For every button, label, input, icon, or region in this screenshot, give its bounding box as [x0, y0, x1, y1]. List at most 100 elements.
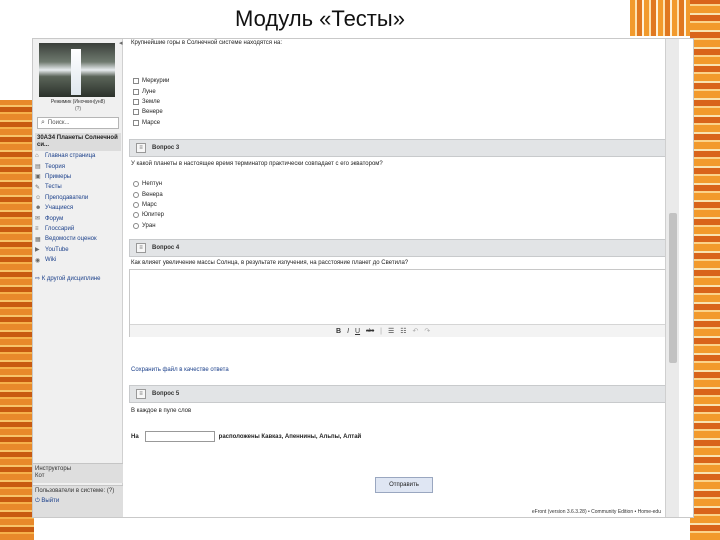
sidebar-item-label: YouTube	[45, 246, 69, 253]
question-5-fill-blank: На расположены Кавказ, Апеннины, Альпы, …	[131, 431, 361, 442]
checkbox-option[interactable]: Венере	[133, 107, 169, 117]
book-icon: ▤	[35, 164, 41, 171]
radio-option[interactable]: Нептун	[133, 179, 164, 189]
slide-title: Модуль «Тесты»	[235, 6, 405, 31]
collapse-arrow-icon[interactable]: ◂	[119, 39, 123, 47]
submit-button[interactable]: Отправить	[375, 477, 433, 493]
logout-link[interactable]: ⏻ Выйти	[35, 498, 121, 505]
option-label: Венера	[142, 191, 163, 198]
fill-blank-input[interactable]	[144, 431, 215, 442]
question-4-text: Как влияет увеличение массы Солнца, в ре…	[131, 260, 409, 266]
sidebar-item-label: Главная страница	[45, 153, 96, 160]
sidebar-item-label: Преподаватели	[45, 194, 89, 201]
option-label: Луне	[142, 88, 156, 95]
scrollbar-thumb[interactable]	[669, 213, 677, 363]
sidebar-item-label: Ведомости оценок	[45, 236, 97, 243]
answer-editor: B I U abc | ☰ ☷ ↶ ↷	[129, 269, 675, 337]
other-courses-link[interactable]: ⇨ К другой дисциплине	[35, 275, 100, 282]
question-3-options: Нептун Венера Марс Юпитер Уран	[133, 179, 164, 231]
main-content: ◂ Крупнейшие горы в Солнечной системе на…	[119, 39, 679, 517]
sidebar-item-forum[interactable]: ✉ Форум	[35, 213, 121, 223]
radio[interactable]	[133, 181, 139, 188]
checkbox-option[interactable]: Марсе	[133, 118, 169, 128]
question-3-title: Вопрос 3	[152, 145, 180, 151]
grades-icon: ▦	[35, 236, 41, 243]
user-name: Режимик (Иночкин(ун8)	[50, 99, 106, 105]
question-4-header: ≡ Вопрос 4	[129, 239, 675, 257]
redo-button[interactable]: ↷	[424, 327, 430, 335]
question-5-text: В каждое в пуле слов	[131, 408, 192, 414]
question-3-header: ≡ Вопрос 3	[129, 139, 675, 157]
example-icon: ▣	[35, 174, 41, 181]
sidebar-item-grades[interactable]: ▦ Ведомости оценок	[35, 234, 121, 244]
checkbox[interactable]	[133, 119, 139, 126]
numbered-list-button[interactable]: ☷	[400, 327, 406, 335]
radio-option[interactable]: Уран	[133, 221, 164, 231]
checkbox-option[interactable]: Земле	[133, 97, 169, 107]
option-label: Земле	[142, 98, 160, 105]
avatar	[39, 43, 115, 97]
bullet-list-button[interactable]: ☰	[388, 327, 394, 335]
sidebar-item-label: Глоссарий	[45, 225, 75, 232]
bold-button[interactable]: B	[336, 328, 341, 335]
radio[interactable]	[133, 201, 139, 208]
sidebar-item-students[interactable]: ☻ Учащиеся	[35, 203, 121, 213]
question-icon: ≡	[136, 243, 146, 253]
sidebar-item-wiki[interactable]: ◉ Wiki	[35, 255, 121, 265]
answer-textarea[interactable]	[130, 270, 674, 324]
question-1-text: Крупнейшие горы в Солнечной системе нахо…	[131, 40, 282, 46]
attach-file-link[interactable]: Сохранить файл в качестве ответа	[131, 367, 229, 373]
question-5-header: ≡ Вопрос 5	[129, 385, 675, 403]
other-courses-label: К другой дисциплине	[41, 276, 101, 282]
option-label: Уран	[142, 222, 156, 229]
checkbox[interactable]	[133, 88, 139, 95]
radio[interactable]	[133, 191, 139, 198]
underline-button[interactable]: U	[355, 328, 360, 335]
online-users-panel: Пользователи в системе: (?) ⏻ Выйти	[33, 485, 123, 517]
sidebar: Режимик (Иночкин(ун8) (?) ⌕ Поиск... 30А…	[33, 39, 123, 517]
radio-option[interactable]: Венера	[133, 189, 164, 199]
option-label: Венере	[142, 109, 163, 116]
youtube-icon: ▶	[35, 247, 40, 254]
sidebar-item-label: Тесты	[45, 184, 62, 191]
option-label: Юпитер	[142, 212, 165, 219]
radio-option[interactable]: Юпитер	[133, 210, 164, 220]
user-status: (?)	[74, 106, 82, 112]
radio[interactable]	[133, 212, 139, 219]
scrollbar[interactable]	[665, 39, 679, 517]
checkbox[interactable]	[133, 78, 139, 85]
sidebar-item-teachers[interactable]: ☺ Преподаватели	[35, 193, 121, 203]
strikethrough-button[interactable]: abc	[366, 328, 374, 334]
option-label: Марсе	[142, 119, 161, 126]
option-label: Марс	[142, 201, 157, 208]
sidebar-item-glossary[interactable]: ≡ Глоссарий	[35, 224, 121, 234]
instructors-name[interactable]: Кот	[35, 473, 121, 480]
decorative-mosaic-left	[0, 100, 34, 540]
question-3-text: У какой планеты в настоящее время термин…	[131, 161, 383, 167]
teacher-icon: ☺	[35, 194, 42, 201]
option-label: Меркурии	[142, 78, 170, 85]
arrow-icon: ⇨	[35, 276, 42, 282]
online-title: Пользователи в системе:	[35, 488, 106, 494]
lms-screenshot: Режимик (Иночкин(ун8) (?) ⌕ Поиск... 30А…	[32, 38, 694, 518]
radio-option[interactable]: Марс	[133, 200, 164, 210]
checkbox-option[interactable]: Меркурии	[133, 76, 169, 86]
forum-icon: ✉	[35, 216, 41, 223]
checkbox[interactable]	[133, 109, 139, 116]
sidebar-item-label: Примеры	[45, 173, 72, 180]
radio[interactable]	[133, 222, 139, 229]
decorative-mosaic-right	[690, 0, 720, 540]
undo-button[interactable]: ↶	[413, 327, 419, 335]
sidebar-item-youtube[interactable]: ▶ YouTube	[35, 245, 121, 255]
italic-button[interactable]: I	[347, 328, 349, 335]
checkbox-option[interactable]: Луне	[133, 86, 169, 96]
glossary-icon: ≡	[35, 225, 39, 232]
sidebar-item-theory[interactable]: ▤ Теория	[35, 161, 121, 171]
sidebar-item-label: Теория	[45, 163, 65, 170]
sidebar-item-examples[interactable]: ▣ Примеры	[35, 172, 121, 182]
sidebar-item-label: Форум	[45, 215, 64, 222]
checkbox[interactable]	[133, 98, 139, 105]
sidebar-item-home[interactable]: ⌂ Главная страница	[35, 151, 121, 161]
search-input[interactable]: ⌕ Поиск...	[37, 117, 119, 129]
sidebar-item-tests[interactable]: ✎ Тесты	[35, 182, 121, 192]
